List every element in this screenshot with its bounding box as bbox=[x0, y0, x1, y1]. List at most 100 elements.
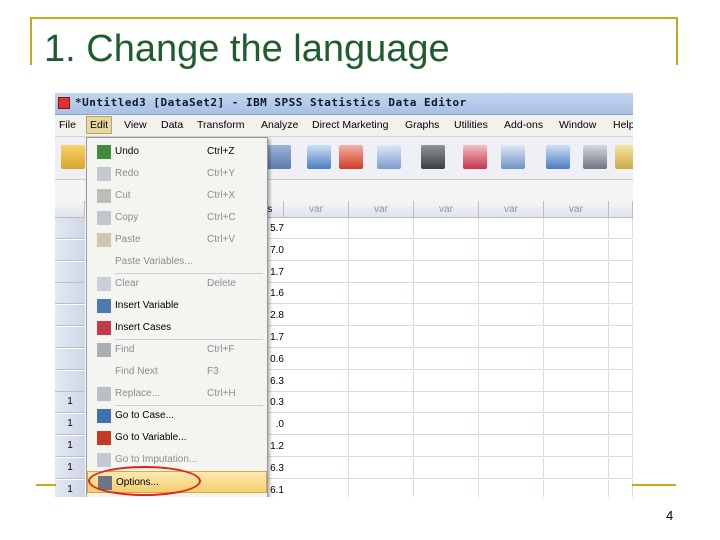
grid-cell[interactable] bbox=[414, 436, 479, 457]
row-header[interactable]: 1 bbox=[55, 392, 85, 414]
grid-cell[interactable] bbox=[479, 392, 544, 414]
column-header[interactable]: var bbox=[479, 201, 544, 218]
grid-cell[interactable] bbox=[609, 392, 633, 414]
grid-cell[interactable] bbox=[609, 305, 633, 327]
row-header[interactable] bbox=[55, 327, 85, 348]
goto-variable-toolbar-icon[interactable] bbox=[339, 145, 363, 169]
grid-cell[interactable] bbox=[349, 239, 414, 261]
grid-cell[interactable] bbox=[414, 261, 479, 283]
grid-cell[interactable] bbox=[284, 436, 349, 457]
column-header[interactable]: var bbox=[414, 201, 479, 218]
grid-cell[interactable] bbox=[479, 283, 544, 305]
binoculars-toolbar-icon[interactable] bbox=[421, 145, 445, 169]
grid-cell[interactable] bbox=[544, 261, 609, 283]
grid-cell[interactable] bbox=[609, 283, 633, 305]
menu-edit[interactable]: Edit bbox=[86, 116, 113, 134]
grid-cell[interactable] bbox=[479, 436, 544, 457]
grid-cell[interactable] bbox=[479, 414, 544, 436]
grid-cell[interactable] bbox=[284, 370, 349, 392]
row-header[interactable] bbox=[55, 261, 85, 283]
grid-cell[interactable] bbox=[284, 239, 349, 261]
grid-cell[interactable] bbox=[284, 348, 349, 370]
grid-cell[interactable] bbox=[349, 479, 414, 497]
row-header[interactable] bbox=[55, 348, 85, 370]
grid-cell[interactable] bbox=[479, 457, 544, 479]
menu-item-find[interactable]: Find Ctrl+F bbox=[87, 339, 267, 361]
menu-item-insert-variable[interactable]: Insert Variable bbox=[87, 295, 267, 317]
grid-cell[interactable] bbox=[284, 457, 349, 479]
grid-cell[interactable] bbox=[349, 327, 414, 348]
grid-cell[interactable] bbox=[414, 239, 479, 261]
grid-cell[interactable] bbox=[544, 457, 609, 479]
menu-item-insert-cases[interactable]: Insert Cases bbox=[87, 317, 267, 339]
grid-cell[interactable] bbox=[349, 348, 414, 370]
grid-cell[interactable] bbox=[609, 414, 633, 436]
row-header[interactable]: 1 bbox=[55, 414, 85, 436]
grid-cell[interactable] bbox=[284, 479, 349, 497]
insert-cases-toolbar-icon[interactable] bbox=[463, 145, 487, 169]
split-file-icon[interactable] bbox=[546, 145, 570, 169]
grid-cell[interactable] bbox=[609, 239, 633, 261]
grid-cell[interactable] bbox=[349, 283, 414, 305]
row-header[interactable] bbox=[55, 218, 85, 239]
menu-add-ons[interactable]: Add-ons bbox=[504, 119, 543, 131]
grid-cell[interactable] bbox=[609, 479, 633, 497]
grid-cell[interactable] bbox=[349, 436, 414, 457]
row-header[interactable] bbox=[55, 283, 85, 305]
grid-cell[interactable] bbox=[609, 261, 633, 283]
grid-cell[interactable] bbox=[349, 414, 414, 436]
grid-cell[interactable] bbox=[414, 305, 479, 327]
insert-variable-toolbar-icon[interactable] bbox=[501, 145, 525, 169]
grid-cell[interactable] bbox=[479, 479, 544, 497]
grid-cell[interactable] bbox=[544, 370, 609, 392]
grid-cell[interactable] bbox=[609, 457, 633, 479]
grid-cell[interactable] bbox=[284, 218, 349, 239]
grid-cell[interactable] bbox=[414, 414, 479, 436]
grid-cell[interactable] bbox=[544, 392, 609, 414]
grid-cell[interactable] bbox=[349, 261, 414, 283]
menu-item-go-to-variable[interactable]: Go to Variable... bbox=[87, 427, 267, 449]
column-header[interactable]: var bbox=[349, 201, 414, 218]
grid-cell[interactable] bbox=[609, 370, 633, 392]
weight-cases-icon[interactable] bbox=[583, 145, 607, 169]
grid-cell[interactable] bbox=[479, 218, 544, 239]
grid-cell[interactable] bbox=[479, 370, 544, 392]
goto-case-toolbar-icon[interactable] bbox=[307, 145, 331, 169]
select-cases-icon[interactable] bbox=[615, 145, 633, 169]
menu-data[interactable]: Data bbox=[161, 119, 183, 131]
grid-cell[interactable] bbox=[349, 392, 414, 414]
grid-cell[interactable] bbox=[609, 436, 633, 457]
menu-item-cut[interactable]: Cut Ctrl+X bbox=[87, 185, 267, 207]
menu-item-find-next[interactable]: Find Next F3 bbox=[87, 361, 267, 383]
grid-cell[interactable] bbox=[479, 239, 544, 261]
grid-cell[interactable] bbox=[349, 305, 414, 327]
menu-analyze[interactable]: Analyze bbox=[261, 119, 298, 131]
grid-cell[interactable] bbox=[414, 370, 479, 392]
grid-cell[interactable] bbox=[544, 283, 609, 305]
menu-item-undo[interactable]: Undo Ctrl+Z bbox=[87, 141, 267, 163]
grid-cell[interactable] bbox=[544, 479, 609, 497]
menu-item-clear[interactable]: Clear Delete bbox=[87, 273, 267, 295]
grid-cell[interactable] bbox=[414, 392, 479, 414]
menu-window[interactable]: Window bbox=[559, 119, 596, 131]
menu-file[interactable]: File bbox=[59, 119, 76, 131]
row-header[interactable] bbox=[55, 370, 85, 392]
grid-cell[interactable] bbox=[284, 392, 349, 414]
grid-cell[interactable] bbox=[284, 327, 349, 348]
menu-item-paste[interactable]: Paste Ctrl+V bbox=[87, 229, 267, 251]
row-header[interactable] bbox=[55, 305, 85, 327]
grid-cell[interactable] bbox=[414, 348, 479, 370]
grid-cell[interactable] bbox=[479, 348, 544, 370]
menu-view[interactable]: View bbox=[124, 119, 147, 131]
menu-direct-marketing[interactable]: Direct Marketing bbox=[312, 119, 388, 131]
grid-cell[interactable] bbox=[414, 479, 479, 497]
grid-cell[interactable] bbox=[349, 370, 414, 392]
variables-icon[interactable] bbox=[377, 145, 401, 169]
row-header[interactable]: 1 bbox=[55, 436, 85, 457]
grid-cell[interactable] bbox=[349, 457, 414, 479]
grid-cell[interactable] bbox=[414, 218, 479, 239]
grid-cell[interactable] bbox=[349, 218, 414, 239]
grid-cell[interactable] bbox=[609, 327, 633, 348]
grid-cell[interactable] bbox=[544, 414, 609, 436]
grid-cell[interactable] bbox=[414, 327, 479, 348]
